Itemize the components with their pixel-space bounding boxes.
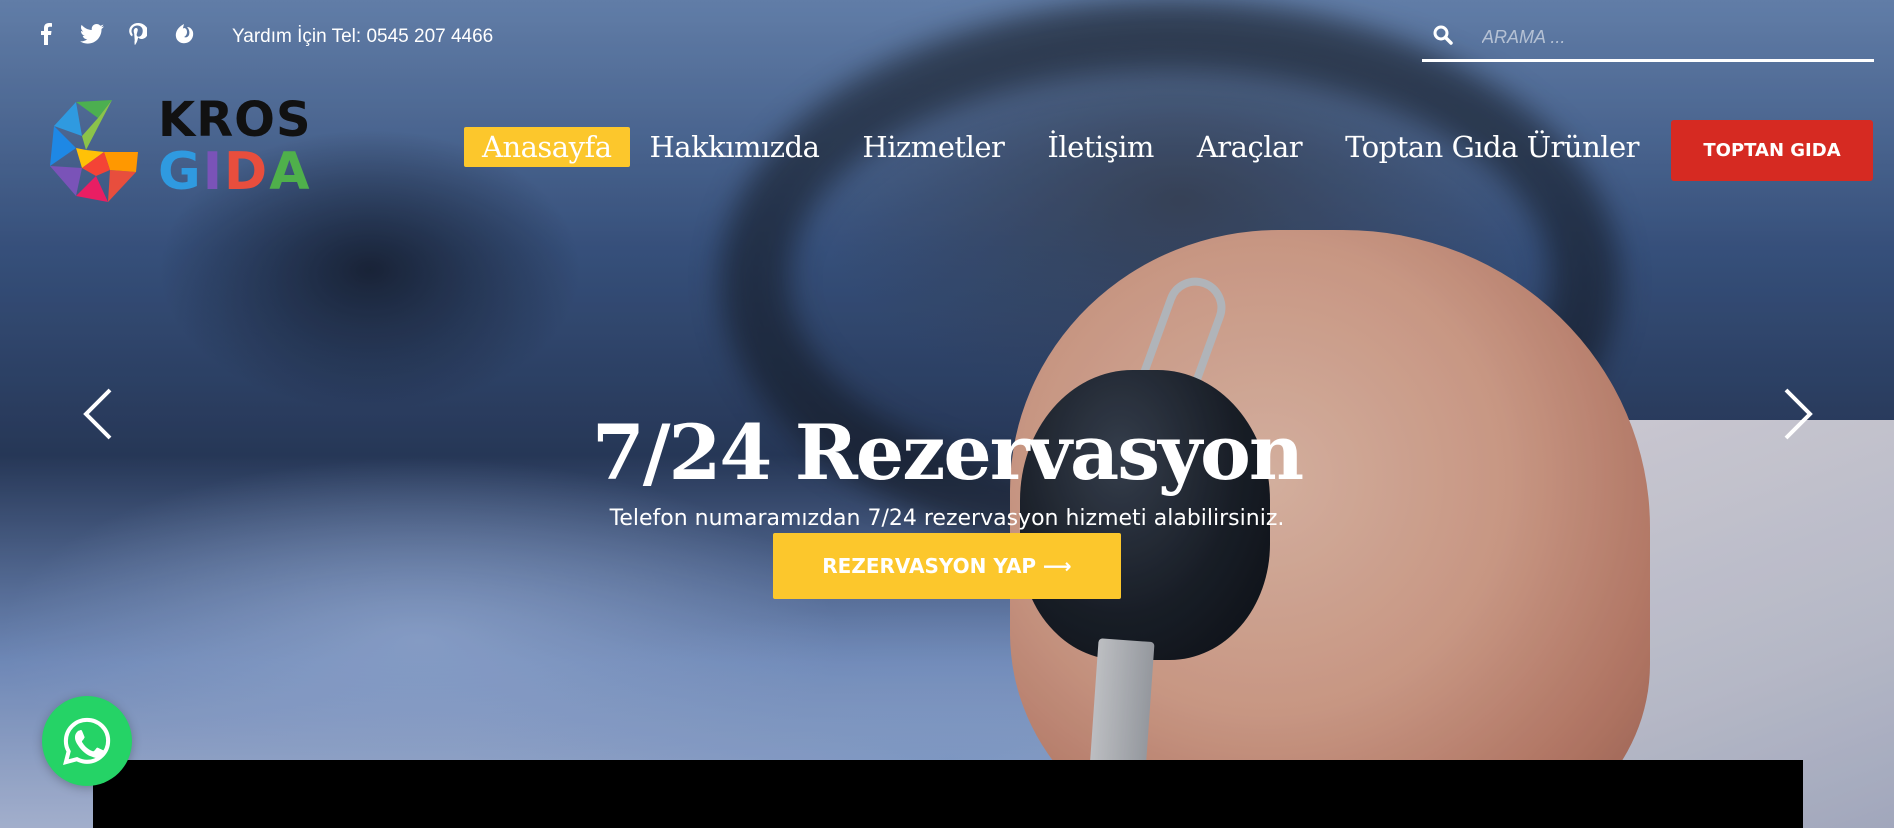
nav-item-toptan-gida-urunler[interactable]: Toptan Gıda Ürünler xyxy=(1345,127,1639,167)
twitter-icon[interactable] xyxy=(80,22,104,46)
whatsapp-button[interactable] xyxy=(42,696,132,786)
search-icon[interactable] xyxy=(1432,24,1456,48)
site-logo[interactable]: KROS GIDA xyxy=(46,96,311,206)
slide-title: 7/24 Rezervasyon xyxy=(591,408,1304,497)
nav-item-iletisim[interactable]: İletişim xyxy=(1047,127,1154,167)
logo-line-2: GIDA xyxy=(158,142,312,202)
slide-subtitle: Telefon numaramızdan 7/24 rezervasyon hi… xyxy=(609,506,1285,531)
nav-item-hakkimizda[interactable]: Hakkımızda xyxy=(650,127,820,167)
search-input[interactable] xyxy=(1482,22,1862,52)
main-nav: Anasayfa Hakkımızda Hizmetler İletişim A… xyxy=(464,127,1682,167)
toptan-gida-button[interactable]: TOPTAN GIDA xyxy=(1671,120,1873,181)
logo-wordmark: KROS GIDA xyxy=(158,96,312,198)
search-bar xyxy=(1422,16,1874,62)
nav-item-hizmetler[interactable]: Hizmetler xyxy=(862,127,1004,167)
nav-item-araclar[interactable]: Araçlar xyxy=(1197,127,1303,167)
help-phone-text: Yardım İçin Tel: 0545 207 4466 xyxy=(232,26,494,47)
rezervasyon-yap-button[interactable]: REZERVASYON YAP ⟶ xyxy=(773,533,1121,599)
content-section-top xyxy=(93,760,1803,828)
logo-mark-icon xyxy=(50,100,138,202)
facebook-icon[interactable] xyxy=(34,22,58,46)
social-links xyxy=(34,22,196,46)
logo-line-1: KROS xyxy=(158,92,312,148)
whatsapp-icon xyxy=(63,717,111,765)
top-bar: Yardım İçin Tel: 0545 207 4466 xyxy=(0,0,1894,72)
vine-icon[interactable] xyxy=(172,22,196,46)
pinterest-icon[interactable] xyxy=(126,22,150,46)
nav-item-anasayfa[interactable]: Anasayfa xyxy=(464,127,630,167)
